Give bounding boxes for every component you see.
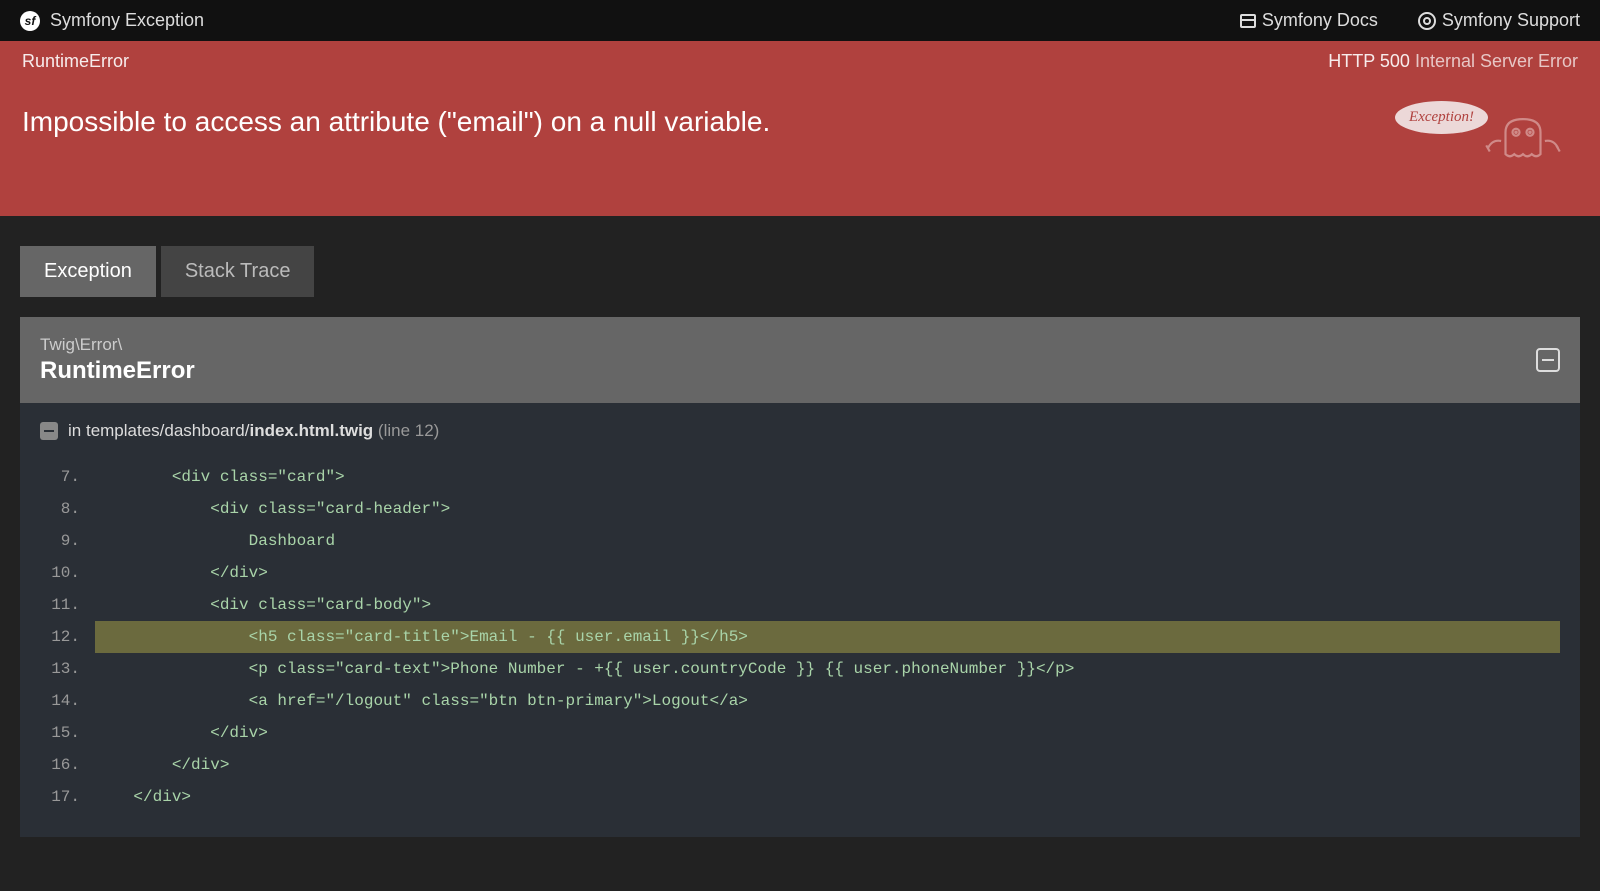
ghost-icon [1478, 106, 1568, 176]
line-number: 14. [40, 685, 95, 717]
http-status: HTTP 500 Internal Server Error [1328, 51, 1578, 72]
code-line: 13. <p class="card-text">Phone Number - … [40, 653, 1560, 685]
line-content: <a href="/logout" class="btn btn-primary… [95, 685, 1560, 717]
line-content: <div class="card-body"> [95, 589, 1560, 621]
tabs: Exception Stack Trace [20, 246, 1580, 297]
top-bar-right: Symfony Docs Symfony Support [1240, 10, 1580, 31]
code-line: 14. <a href="/logout" class="btn btn-pri… [40, 685, 1560, 717]
support-link[interactable]: Symfony Support [1418, 10, 1580, 31]
support-link-label: Symfony Support [1442, 10, 1580, 31]
book-icon [1240, 14, 1256, 28]
code-line: 12. <h5 class="card-title">Email - {{ us… [40, 621, 1560, 653]
code-line: 15. </div> [40, 717, 1560, 749]
trace-prefix: in [68, 421, 86, 440]
tab-exception[interactable]: Exception [20, 246, 156, 297]
code-line: 16. </div> [40, 749, 1560, 781]
panel-header: Twig\Error\ RuntimeError [20, 317, 1580, 403]
docs-link[interactable]: Symfony Docs [1240, 10, 1378, 31]
line-number: 16. [40, 749, 95, 781]
line-content: </div> [95, 717, 1560, 749]
tabs-container: Exception Stack Trace [0, 216, 1600, 297]
speech-bubble: Exception! [1395, 101, 1488, 134]
trace-dir: templates/dashboard/ [86, 421, 250, 440]
line-content: </div> [95, 749, 1560, 781]
http-text: Internal Server Error [1415, 51, 1578, 71]
code-block: 7. <div class="card">8. <div class="card… [40, 461, 1560, 813]
code-line: 10. </div> [40, 557, 1560, 589]
top-bar: sf Symfony Exception Symfony Docs Symfon… [0, 0, 1600, 41]
exception-class: RuntimeError [40, 357, 195, 385]
line-content: Dashboard [95, 525, 1560, 557]
error-header-main: Impossible to access an attribute ("emai… [0, 82, 1600, 216]
trace-toggle-button[interactable] [40, 422, 58, 440]
trace-location: in templates/dashboard/index.html.twig (… [40, 421, 1560, 441]
exception-namespace: Twig\Error\ [40, 335, 195, 355]
symfony-logo-icon: sf [20, 11, 40, 31]
page-title: Symfony Exception [50, 10, 204, 31]
error-type: RuntimeError [22, 51, 129, 72]
top-bar-left: sf Symfony Exception [20, 10, 204, 31]
line-number: 11. [40, 589, 95, 621]
http-code: HTTP 500 [1328, 51, 1410, 71]
trace-file: index.html.twig [249, 421, 373, 440]
line-number: 15. [40, 717, 95, 749]
line-number: 7. [40, 461, 95, 493]
panel-body: in templates/dashboard/index.html.twig (… [20, 403, 1580, 837]
line-number: 13. [40, 653, 95, 685]
code-line: 17. </div> [40, 781, 1560, 813]
error-message: Impossible to access an attribute ("emai… [22, 106, 770, 138]
code-line: 8. <div class="card-header"> [40, 493, 1560, 525]
ghost-illustration: Exception! [1385, 106, 1568, 176]
lifebuoy-icon [1418, 12, 1436, 30]
error-header-top: RuntimeError HTTP 500 Internal Server Er… [0, 41, 1600, 82]
line-number: 17. [40, 781, 95, 813]
exception-title: Twig\Error\ RuntimeError [40, 335, 195, 385]
line-number: 8. [40, 493, 95, 525]
line-number: 10. [40, 557, 95, 589]
line-number: 9. [40, 525, 95, 557]
tab-stack-trace[interactable]: Stack Trace [161, 246, 315, 297]
line-content: <div class="card"> [95, 461, 1560, 493]
code-line: 7. <div class="card"> [40, 461, 1560, 493]
exception-panel: Twig\Error\ RuntimeError in templates/da… [20, 317, 1580, 837]
trace-path: in templates/dashboard/index.html.twig (… [68, 421, 439, 441]
code-line: 9. Dashboard [40, 525, 1560, 557]
line-content: <h5 class="card-title">Email - {{ user.e… [95, 621, 1560, 653]
line-content: </div> [95, 557, 1560, 589]
line-number: 12. [40, 621, 95, 653]
docs-link-label: Symfony Docs [1262, 10, 1378, 31]
line-content: <div class="card-header"> [95, 493, 1560, 525]
collapse-button[interactable] [1536, 348, 1560, 372]
error-header: RuntimeError HTTP 500 Internal Server Er… [0, 41, 1600, 216]
trace-line-number: (line 12) [373, 421, 439, 440]
code-line: 11. <div class="card-body"> [40, 589, 1560, 621]
line-content: </div> [95, 781, 1560, 813]
line-content: <p class="card-text">Phone Number - +{{ … [95, 653, 1560, 685]
